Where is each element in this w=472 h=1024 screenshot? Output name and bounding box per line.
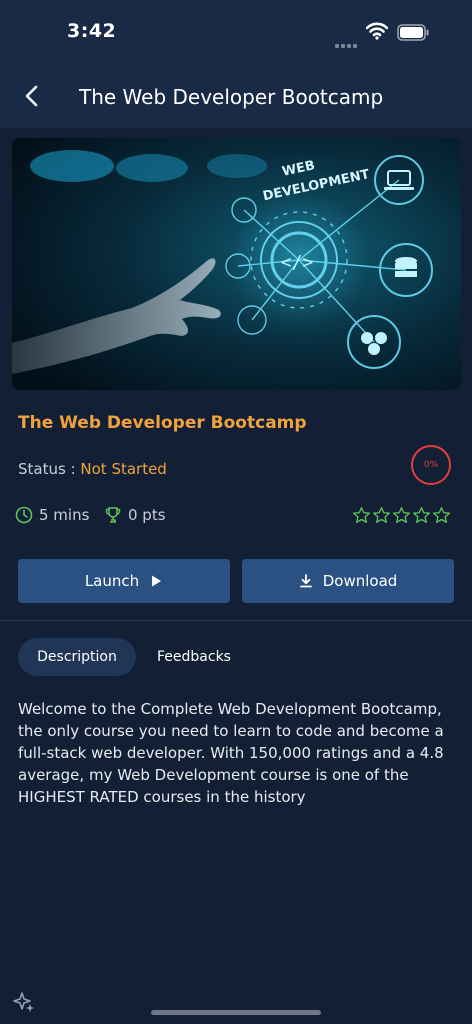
signal-icon [335,33,359,48]
launch-button[interactable]: Launch [18,559,230,603]
tab-label: Feedbacks [157,649,231,665]
svg-text:</>: </> [281,252,314,273]
back-button[interactable] [18,82,46,110]
tab-description[interactable]: Description [18,638,136,676]
progress-indicator: 0% [411,445,451,485]
download-label: Download [322,572,398,590]
points: 0 pts [104,506,166,524]
points-value: 0 pts [128,506,166,524]
trophy-icon [105,507,121,523]
web-development-illustration: </> WEB DEVELOPMENT [12,138,461,390]
star-icon[interactable] [352,506,371,525]
status-time: 3:42 [67,20,117,42]
status-line: Status : Not Started [18,460,167,478]
play-icon [152,575,162,587]
star-icon[interactable] [392,506,411,525]
chevron-left-icon [25,85,38,107]
star-icon[interactable] [372,506,391,525]
course-cover-image: </> WEB DEVELOPMENT [12,138,461,390]
download-button[interactable]: Download [242,559,454,603]
app-header: 3:42 The Web Developer Bootcamp [0,0,472,128]
section-divider [0,620,472,621]
tab-label: Description [37,649,117,665]
download-icon [299,574,312,588]
battery-icon [397,24,429,41]
clock-icon [15,506,33,524]
page-title: The Web Developer Bootcamp [79,85,384,109]
sparkle-icon[interactable] [12,990,36,1014]
star-icon[interactable] [412,506,431,525]
star-icon[interactable] [432,506,451,525]
course-description: Welcome to the Complete Web Development … [18,700,444,806]
status-value: Not Started [80,460,167,478]
wifi-icon [366,22,388,40]
duration-value: 5 mins [39,506,90,524]
duration: 5 mins [15,506,89,524]
home-indicator[interactable] [151,1010,321,1015]
progress-label: 0% [423,460,439,470]
launch-label: Launch [84,572,140,590]
status-label: Status : [18,460,81,478]
course-title: The Web Developer Bootcamp [18,413,307,433]
rating-stars[interactable] [352,506,451,525]
tab-feedbacks[interactable]: Feedbacks [140,638,248,676]
